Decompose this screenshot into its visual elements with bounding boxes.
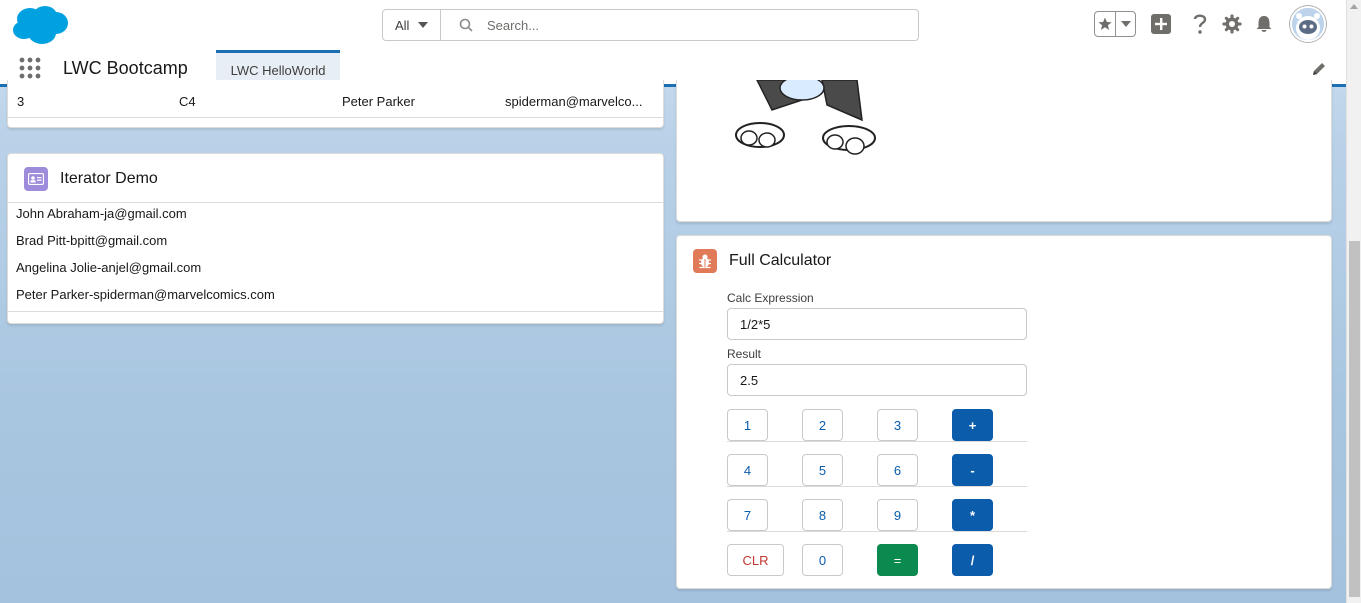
iterator-demo-card: Iterator Demo John Abraham-ja@gmail.com …: [7, 153, 664, 324]
calc-expression-input[interactable]: [727, 308, 1027, 340]
setup-gear-icon: [1222, 14, 1242, 34]
help-button[interactable]: [1189, 11, 1211, 37]
card-footer-divider: [8, 311, 663, 312]
chevron-down-icon: [1120, 21, 1131, 27]
minus-button[interactable]: -: [952, 454, 993, 486]
multiply-button[interactable]: *: [952, 499, 993, 531]
search-scope-label: All: [395, 17, 410, 33]
help-icon: [1193, 14, 1207, 34]
table-cell-email: spiderman@marvelco...: [505, 94, 643, 109]
key-7-button[interactable]: 7: [727, 499, 768, 531]
key-row-divider: [727, 486, 1027, 487]
list-item: Peter Parker-spiderman@marvelcomics.com: [16, 287, 275, 302]
key-1-button[interactable]: 1: [727, 409, 768, 441]
global-search: All: [382, 9, 919, 41]
search-field: [441, 10, 918, 40]
favorites-button[interactable]: [1094, 11, 1136, 37]
tab-label: LWC HelloWorld: [230, 62, 326, 78]
card-header-divider: [8, 202, 663, 203]
key-2-button[interactable]: 2: [802, 409, 843, 441]
search-scope-dropdown[interactable]: All: [383, 10, 441, 40]
contact-card-icon: [24, 167, 48, 191]
table-cell-code: C4: [179, 94, 196, 109]
mascot-image: [727, 80, 907, 160]
global-actions-button[interactable]: [1150, 11, 1172, 37]
divide-button[interactable]: /: [952, 544, 993, 576]
table-cell-id: 3: [17, 94, 25, 109]
scroll-up-arrow-icon[interactable]: [1350, 4, 1358, 9]
key-9-button[interactable]: 9: [877, 499, 918, 531]
favorites-list-dropdown[interactable]: [1116, 21, 1135, 27]
notifications-button[interactable]: [1253, 11, 1275, 37]
page-scrollbar[interactable]: [1346, 0, 1361, 603]
app-launcher-icon[interactable]: [19, 57, 41, 79]
list-item: John Abraham-ja@gmail.com: [16, 206, 187, 221]
list-item: Angelina Jolie-anjel@gmail.com: [16, 260, 202, 275]
salesforce-logo[interactable]: [10, 4, 70, 46]
clear-button[interactable]: CLR: [727, 544, 784, 576]
table-footer-divider: [8, 117, 663, 118]
list-item: Brad Pitt-bpitt@gmail.com: [16, 233, 168, 248]
astro-avatar-image: [1292, 8, 1324, 40]
card-header: Full Calculator: [693, 249, 831, 273]
favorites-star-icon[interactable]: [1095, 12, 1117, 36]
app-name: LWC Bootcamp: [63, 58, 188, 78]
full-calculator-card: Full Calculator Calc Expression Result 1…: [676, 235, 1332, 589]
contacts-table-card: 3 C4 Peter Parker spiderman@marvelco...: [7, 80, 664, 128]
scrollbar-thumb[interactable]: [1349, 241, 1360, 597]
key-row-divider: [727, 441, 1027, 442]
key-5-button[interactable]: 5: [802, 454, 843, 486]
result-input[interactable]: [727, 364, 1027, 396]
plus-button[interactable]: +: [952, 409, 993, 441]
edit-nav-pencil-icon[interactable]: [1311, 61, 1327, 77]
chevron-down-icon: [418, 22, 429, 28]
hello-image-card: [676, 80, 1332, 222]
notifications-bell-icon: [1256, 16, 1272, 32]
key-4-button[interactable]: 4: [727, 454, 768, 486]
key-8-button[interactable]: 8: [802, 499, 843, 531]
add-icon: [1151, 14, 1171, 34]
search-icon: [459, 18, 473, 32]
key-row-divider: [727, 531, 1027, 532]
equals-button[interactable]: =: [877, 544, 918, 576]
key-6-button[interactable]: 6: [877, 454, 918, 486]
card-title: Iterator Demo: [60, 170, 158, 187]
card-title: Full Calculator: [729, 252, 832, 269]
search-input[interactable]: [487, 17, 867, 33]
user-avatar[interactable]: [1290, 6, 1326, 42]
bug-icon: [693, 249, 717, 273]
global-header: All: [0, 0, 1346, 50]
key-3-button[interactable]: 3: [877, 409, 918, 441]
card-header: Iterator Demo: [24, 167, 158, 191]
setup-button[interactable]: [1221, 11, 1243, 37]
key-0-button[interactable]: 0: [802, 544, 843, 576]
table-cell-name: Peter Parker: [342, 94, 415, 109]
calc-expression-label: Calc Expression: [727, 291, 814, 305]
result-label: Result: [727, 347, 762, 361]
